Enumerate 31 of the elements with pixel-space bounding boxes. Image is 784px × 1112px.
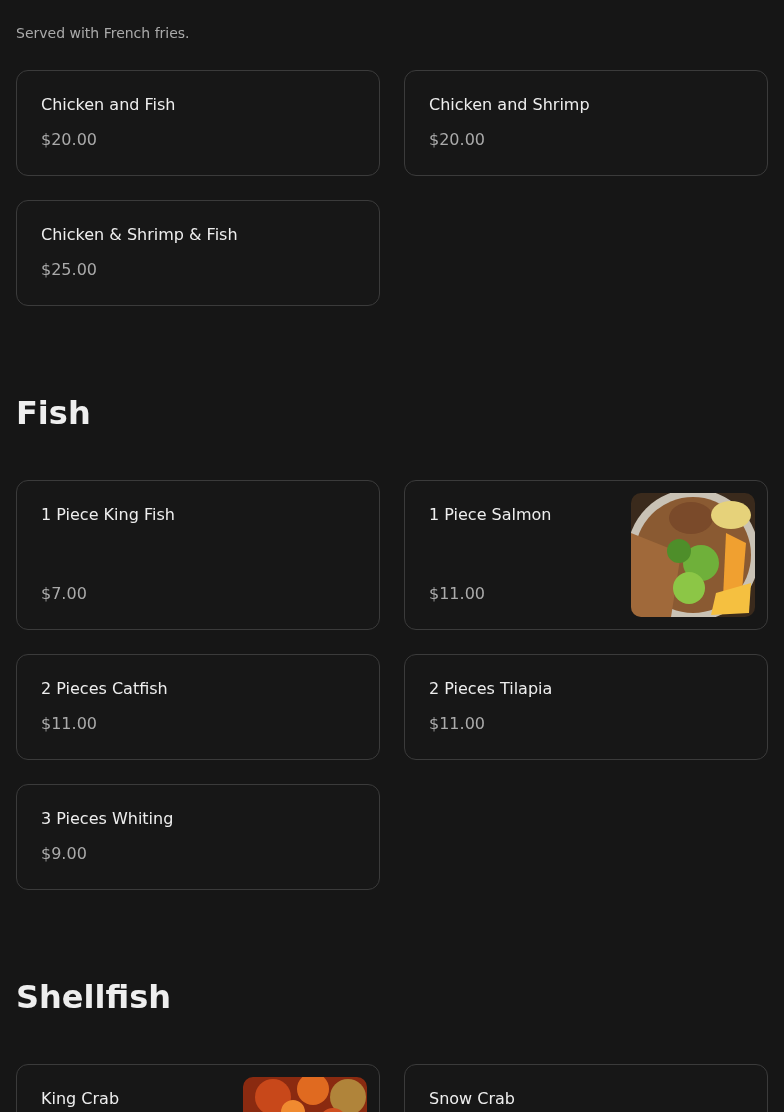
item-name: 3 Pieces Whiting bbox=[41, 809, 174, 829]
item-name: Snow Crab bbox=[429, 1089, 515, 1109]
section-heading: Fish bbox=[16, 394, 91, 432]
item-price: $20.00 bbox=[429, 129, 485, 151]
item-name: 2 Pieces Catfish bbox=[41, 679, 168, 699]
menu-item-card[interactable]: 2 Pieces Catfish $11.00 bbox=[16, 654, 380, 760]
section-note: Served with French fries. bbox=[16, 25, 190, 41]
menu-item-card[interactable]: Chicken and Shrimp $20.00 bbox=[404, 70, 768, 176]
menu-item-card[interactable]: Chicken and Fish $20.00 bbox=[16, 70, 380, 176]
item-name: Chicken and Shrimp bbox=[429, 95, 590, 115]
item-price: $20.00 bbox=[41, 129, 97, 151]
item-price: $11.00 bbox=[41, 713, 97, 735]
menu-item-card[interactable]: King Crab bbox=[16, 1064, 380, 1112]
item-name: Chicken and Fish bbox=[41, 95, 176, 115]
item-price: $7.00 bbox=[41, 583, 87, 605]
menu-item-card[interactable]: 1 Piece Salmon $11.00 bbox=[404, 480, 768, 630]
item-name: Chicken & Shrimp & Fish bbox=[41, 225, 238, 245]
item-price: $11.00 bbox=[429, 713, 485, 735]
item-price: $9.00 bbox=[41, 843, 87, 865]
item-name: 2 Pieces Tilapia bbox=[429, 679, 553, 699]
menu-item-card[interactable]: 3 Pieces Whiting $9.00 bbox=[16, 784, 380, 890]
section-heading: Shellfish bbox=[16, 978, 171, 1016]
menu-item-card[interactable]: Chicken & Shrimp & Fish $25.00 bbox=[16, 200, 380, 306]
menu-item-card[interactable]: 2 Pieces Tilapia $11.00 bbox=[404, 654, 768, 760]
item-name: 1 Piece King Fish bbox=[41, 505, 175, 525]
item-price: $11.00 bbox=[429, 583, 485, 605]
item-name: 1 Piece Salmon bbox=[429, 505, 552, 525]
item-price: $25.00 bbox=[41, 259, 97, 281]
menu-item-card[interactable]: Snow Crab bbox=[404, 1064, 768, 1112]
menu-item-card[interactable]: 1 Piece King Fish $7.00 bbox=[16, 480, 380, 630]
item-name: King Crab bbox=[41, 1089, 120, 1109]
